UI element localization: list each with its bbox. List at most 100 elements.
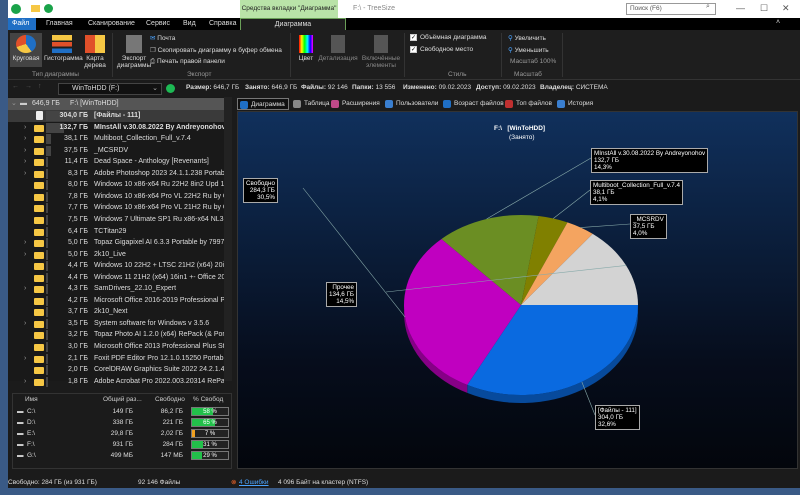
expand-icon[interactable]: › [24, 237, 26, 249]
expand-icon[interactable]: › [24, 249, 26, 261]
tab-file[interactable]: Файл [8, 18, 36, 30]
tab-help[interactable]: Справка [205, 18, 240, 30]
print-panel-button[interactable]: ⎙ Печать правой панели [150, 58, 225, 66]
color-button[interactable]: Цвет [296, 35, 316, 62]
zoom-out-button[interactable]: ⚲ Уменьшить [508, 46, 549, 54]
tree-row[interactable]: 4,4 ГБ Windows 11 21H2 (x64) 16in1 +- Off… [8, 272, 224, 284]
export-chart-button[interactable]: Экспорт диаграммы [114, 35, 154, 69]
label: Свободное место [420, 46, 474, 54]
tree-row[interactable]: › 132,7 ГБ MInstAll v.30.08.2022 By Andrey… [8, 122, 224, 134]
3d-chart-checkbox[interactable]: ✓ Объёмная диаграмма [410, 34, 486, 41]
tree-row[interactable]: › 5,0 ГБ Topaz Gigapixel AI 6.3.3 Portable… [8, 237, 224, 249]
tree-row[interactable]: › 5,0 ГБ 2k10_Live [8, 249, 224, 261]
search-input[interactable]: Поиск (F6) [626, 3, 716, 15]
used-value: 646,9 ГБ [271, 84, 298, 91]
col-free[interactable]: Свободно [155, 396, 185, 403]
tree-row[interactable]: 4,4 ГБ Windows 10 22H2 + LTSC 21H2 (x64) … [8, 260, 224, 272]
folder-name: SamDrivers_22.10_Expert [94, 285, 177, 293]
tree-row[interactable]: › 38,1 ГБ Multiboot_Collection_Full_v.7.4 [8, 133, 224, 145]
tree-row[interactable]: 6,4 ГБ TCTitan29 [8, 226, 224, 238]
folder-icon [34, 159, 44, 167]
drive-row[interactable]: ▬ E:\ 29,8 ГБ 2,02 ГБ 7 % [13, 428, 229, 439]
tree-row[interactable]: › 4,3 ГБ SamDrivers_22.10_Expert [8, 283, 224, 295]
expand-icon[interactable]: › [24, 353, 26, 365]
folder-icon[interactable] [31, 5, 40, 12]
view-tab[interactable]: Диаграмма [237, 98, 289, 110]
minimize-button[interactable]: — [736, 3, 745, 13]
collapse-ribbon-icon[interactable]: ˄ [776, 19, 780, 26]
tab-tools[interactable]: Сервис [142, 18, 174, 30]
tree-scrollbar[interactable] [224, 97, 232, 381]
expand-icon[interactable]: › [24, 168, 26, 180]
tree-row[interactable]: 3,7 ГБ 2k10_Next [8, 306, 224, 318]
tree-row[interactable]: › 8,3 ГБ Adobe Photoshop 2023 24.1.1.238 P… [8, 168, 224, 180]
view-tab[interactable]: Таблица [291, 98, 333, 110]
errors-link[interactable]: 4 Ошибки [239, 478, 269, 488]
refresh-icon[interactable] [44, 4, 53, 13]
col-name[interactable]: Имя [25, 396, 38, 403]
up-icon[interactable]: ↑ [38, 83, 42, 90]
search-icon[interactable]: ⌕ [706, 3, 710, 11]
drive-row[interactable]: ▬ C:\ 149 ГБ 86,2 ГБ 58 % [13, 406, 229, 417]
expand-icon[interactable]: › [24, 145, 26, 157]
expand-icon[interactable]: › [24, 318, 26, 330]
view-tab[interactable]: Пользователи [383, 98, 441, 110]
pie-chart-button[interactable]: Круговая [10, 33, 42, 67]
tab-scan[interactable]: Сканирование [84, 18, 139, 30]
drive-row[interactable]: ▬ G:\ 499 МБ 147 МБ 29 % [13, 450, 229, 461]
tree-row[interactable]: 7,8 ГБ Windows 10 x86-x64 Pro VL 22H2 Ru … [8, 191, 224, 203]
folder-name: Foxit PDF Editor Pro 12.1.0.15250 Portab… [94, 354, 224, 362]
tab-view[interactable]: Вид [179, 18, 200, 30]
access-value: 09.02.2023 [503, 84, 536, 91]
zoom-in-button[interactable]: ⚲ Увеличить [508, 34, 546, 42]
start-scan-button[interactable] [166, 84, 175, 93]
tab-home[interactable]: Главная [42, 18, 77, 30]
mail-button[interactable]: ✉ Почта [150, 34, 175, 42]
tree-row[interactable]: › 37,5 ГБ _MCSRDV [8, 145, 224, 157]
drive-row[interactable]: ▬ F:\ 931 ГБ 284 ГБ 31 % [13, 439, 229, 450]
tree-root[interactable]: ⌄ ▬ 646,9 ГБ F:\ [WinToHDD] [8, 98, 224, 110]
treemap-button[interactable]: Карта дерева [82, 35, 108, 69]
expand-icon[interactable]: › [24, 283, 26, 295]
view-tab[interactable]: Топ файлов [503, 98, 555, 110]
expand-icon[interactable]: › [24, 156, 26, 168]
tree-row[interactable]: 7,5 ГБ Windows 7 Ultimate SP1 Ru x86-x64 … [8, 214, 224, 226]
folder-size: 7,7 ГБ [67, 204, 88, 212]
tree-row[interactable]: 3,0 ГБ Microsoft Office 2013 Professional… [8, 341, 224, 353]
expand-icon[interactable]: › [24, 376, 26, 388]
tree-row[interactable]: › 2,1 ГБ Foxit PDF Editor Pro 12.1.0.15250… [8, 353, 224, 365]
folder-icon [34, 170, 44, 178]
context-tab-label: Средства вкладки "Диаграмма" [240, 0, 338, 18]
tree-row[interactable]: › 11,4 ГБ Dead Space - Anthology [Revenant… [8, 156, 224, 168]
tree-row[interactable]: 304,0 ГБ [Файлы - 111] [8, 110, 224, 122]
col-free-pct[interactable]: % Свобод [193, 396, 223, 403]
included-items-button[interactable]: Включённые элементы [360, 35, 402, 69]
tree-row[interactable]: › 1,8 ГБ Adobe Acrobat Pro 2022.003.20314 … [8, 376, 224, 388]
tree-row[interactable]: 2,0 ГБ CorelDRAW Graphics Suite 2022 24.2… [8, 364, 224, 376]
back-icon[interactable]: ← [12, 83, 19, 90]
expand-icon[interactable]: › [24, 122, 26, 134]
expand-icon[interactable]: › [24, 133, 26, 145]
folder-size: 304,0 ГБ [59, 112, 88, 119]
bar-chart-button[interactable]: Гистограмма [44, 35, 83, 62]
detail-button[interactable]: Детализация [318, 35, 358, 62]
drive-row[interactable]: ▬ D:\ 338 ГБ 221 ГБ 65 % [13, 417, 229, 428]
maximize-button[interactable]: ☐ [760, 3, 768, 14]
tab-chart[interactable]: Диаграмма [240, 18, 346, 30]
folder-name: Topaz Gigapixel AI 6.3.3 Portable by 799… [94, 239, 224, 247]
view-tab[interactable]: Расширения [329, 98, 383, 110]
drive-select[interactable]: WinToHDD (F:) ⌄ [58, 83, 162, 95]
tree-row[interactable]: 3,2 ГБ Topaz Photo AI 1.2.0 (x64) RePack … [8, 329, 224, 341]
close-button[interactable]: ✕ [782, 3, 790, 14]
forward-icon[interactable]: → [25, 83, 32, 90]
view-tab[interactable]: История [555, 98, 596, 110]
copy-chart-button[interactable]: ❐ Скопировать диаграмму в буфер обмена [150, 46, 282, 54]
folder-icon [34, 182, 44, 190]
free-space-checkbox[interactable]: ✓ Свободное место [410, 46, 473, 53]
view-tab[interactable]: Возраст файлов [441, 98, 507, 110]
col-total[interactable]: Общий раз... [103, 396, 142, 403]
tree-row[interactable]: 7,7 ГБ Windows 10 x86-x64 Pro VL 21H2 Ru … [8, 202, 224, 214]
tree-row[interactable]: 4,2 ГБ Microsoft Office 2016-2019 Profess… [8, 295, 224, 307]
tree-row[interactable]: 8,0 ГБ Windows 10 x86-x64 Ru 22H2 8in2 Up… [8, 179, 224, 191]
tree-row[interactable]: › 3,5 ГБ System software for Windows v 3.5… [8, 318, 224, 330]
